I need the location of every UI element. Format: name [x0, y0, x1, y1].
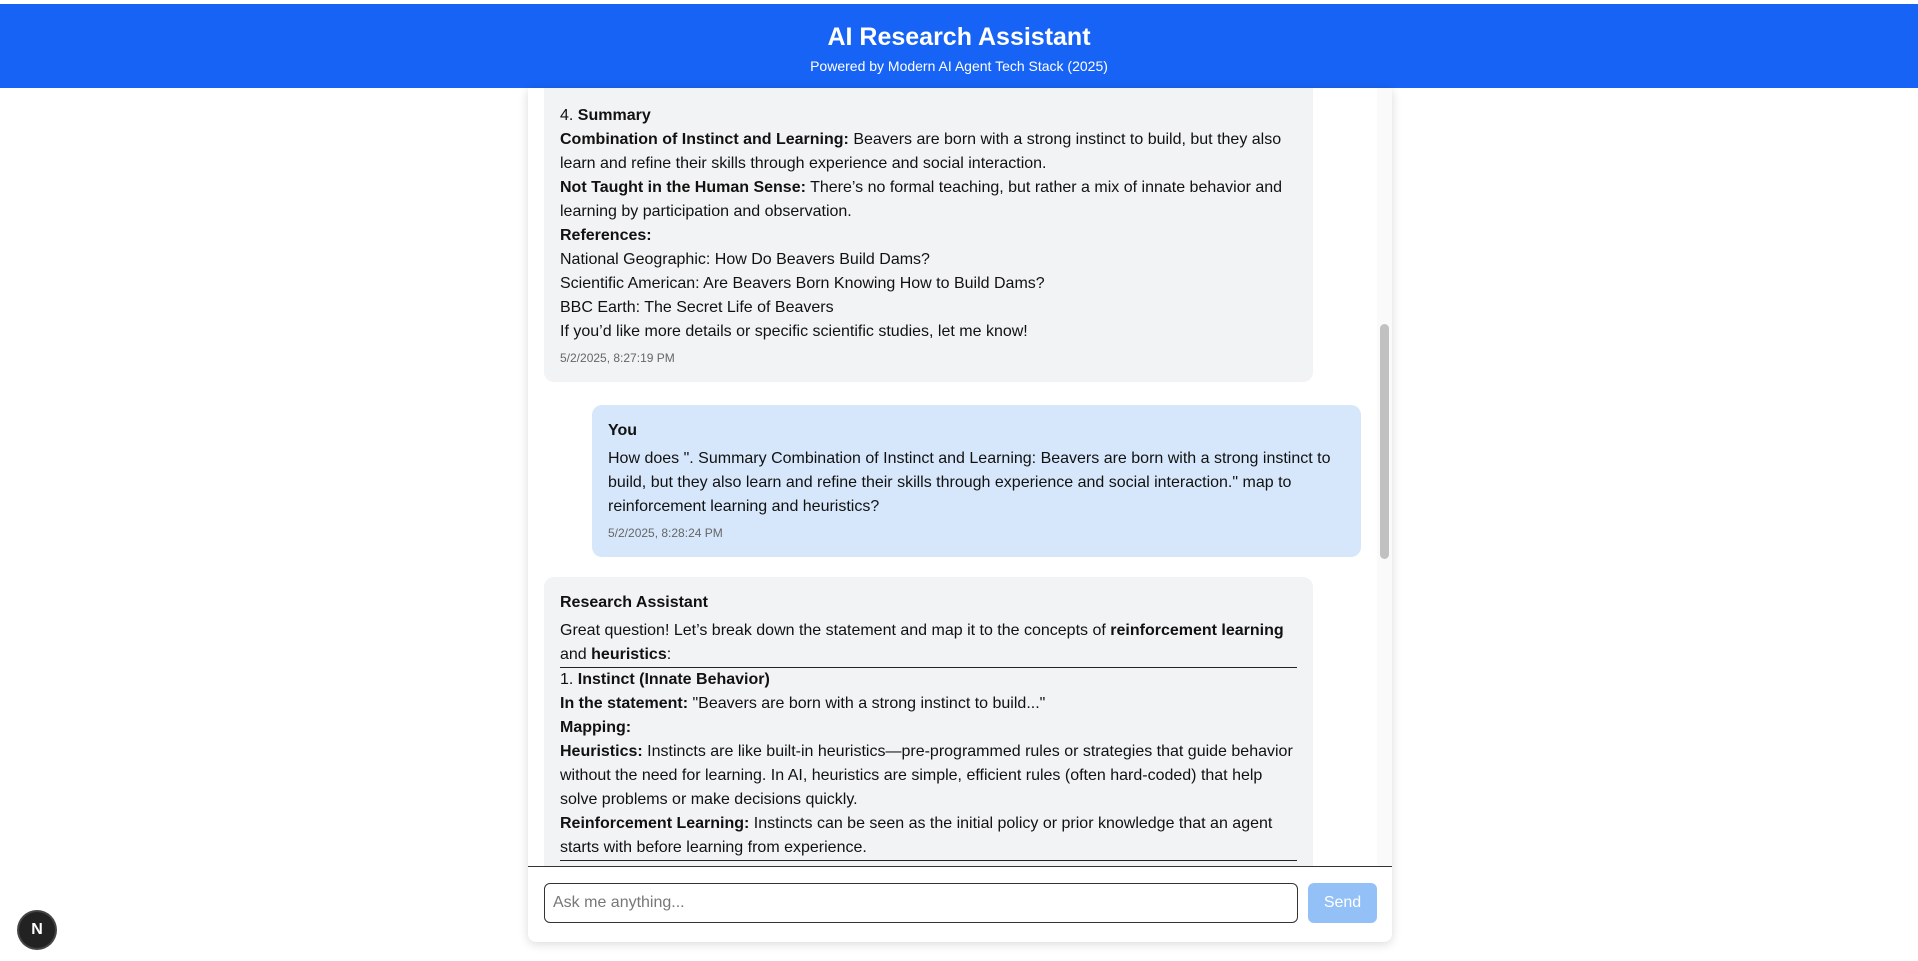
intro-part: : — [666, 646, 672, 663]
message-timestamp: 5/2/2025, 8:27:19 PM — [560, 351, 675, 365]
summary-point-2: Not Taught in the Human Sense: There’s n… — [560, 176, 1297, 224]
statement-line: In the statement: "Beavers are born with… — [560, 692, 1297, 716]
input-bar: Send — [528, 866, 1392, 942]
cut-off-line — [560, 92, 1297, 104]
reference-item: BBC Earth: The Secret Life of Beavers — [560, 299, 834, 316]
point-label: Reinforcement Learning: — [560, 815, 750, 832]
intro-text: Great question! Let’s break down the sta… — [560, 619, 1297, 667]
point-label: Combination of Instinct and Learning: — [560, 131, 849, 148]
app-header: AI Research Assistant Powered by Modern … — [0, 4, 1918, 88]
mapping-label: Mapping: — [560, 719, 632, 736]
assistant-message: Research Assistant Great question! Let’s… — [544, 577, 1313, 866]
assistant-message: 4. Summary Combination of Instinct and L… — [544, 88, 1313, 382]
summary-number: 4. — [560, 107, 574, 124]
send-button[interactable]: Send — [1308, 883, 1377, 923]
closing-text: If you’d like more details or specific s… — [560, 323, 1028, 340]
statement-text: "Beavers are born with a strong instinct… — [688, 695, 1046, 712]
next-dev-indicator-icon[interactable]: N — [19, 912, 55, 948]
message-input[interactable] — [544, 883, 1298, 923]
intro-part: and — [560, 646, 592, 663]
section-heading: 1. Instinct (Innate Behavior) — [560, 668, 1297, 692]
summary-point-1: Combination of Instinct and Learning: Be… — [560, 128, 1297, 176]
scroll-thumb[interactable] — [1380, 324, 1389, 559]
app-subtitle: Powered by Modern AI Agent Tech Stack (2… — [810, 58, 1108, 74]
user-message: You How does ". Summary Combination of I… — [592, 405, 1361, 557]
section-title: Instinct (Innate Behavior) — [577, 671, 770, 688]
chat-panel: 4. Summary Combination of Instinct and L… — [528, 88, 1392, 942]
reference-item: Scientific American: Are Beavers Born Kn… — [560, 275, 1045, 292]
references-heading: References: — [560, 227, 652, 244]
point-label: Not Taught in the Human Sense: — [560, 179, 806, 196]
message-list[interactable]: 4. Summary Combination of Instinct and L… — [528, 88, 1378, 866]
rl-point: Reinforcement Learning: Instincts can be… — [560, 812, 1297, 860]
intro-emphasis: heuristics — [591, 646, 667, 663]
message-timestamp: 5/2/2025, 8:28:24 PM — [608, 526, 723, 540]
summary-label: Summary — [577, 107, 651, 124]
sender-name: Research Assistant — [560, 594, 708, 611]
statement-label: In the statement: — [560, 695, 689, 712]
sender-name: You — [608, 422, 638, 439]
message-text: How does ". Summary Combination of Insti… — [608, 450, 1331, 515]
point-label: Heuristics: — [560, 743, 643, 760]
heuristics-point: Heuristics: Instincts are like built-in … — [560, 740, 1297, 812]
intro-emphasis: reinforcement learning — [1110, 622, 1284, 639]
intro-part: Great question! Let’s break down the sta… — [560, 622, 1111, 639]
point-text: Instincts are like built-in heuristics—p… — [560, 743, 1293, 808]
message-scrollbar[interactable] — [1377, 88, 1392, 866]
divider — [560, 860, 1297, 861]
reference-item: National Geographic: How Do Beavers Buil… — [560, 251, 930, 268]
app-title: AI Research Assistant — [827, 23, 1091, 51]
summary-heading: 4. Summary — [560, 104, 1297, 128]
section-number: 1. — [560, 671, 578, 688]
